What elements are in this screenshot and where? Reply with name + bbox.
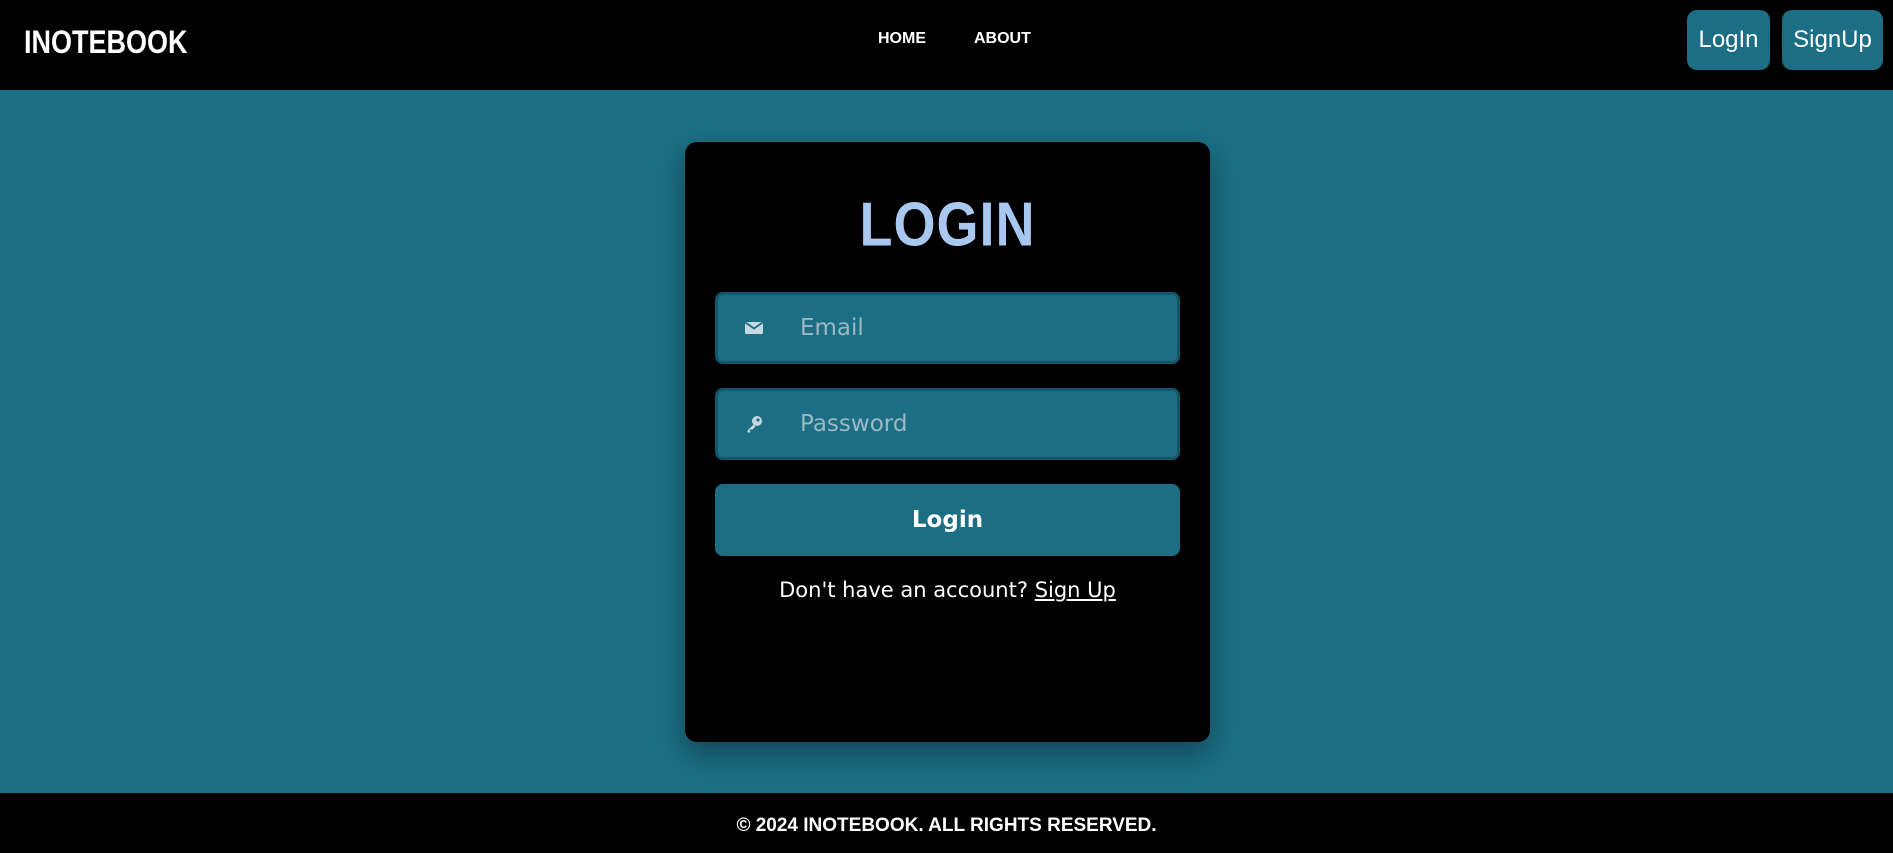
footer: © 2024 INOTEBOOK. ALL RIGHTS RESERVED. [0, 793, 1893, 853]
nav-links: HOME ABOUT [878, 30, 1031, 48]
login-card: LOGIN Login Don't have an account? Sign … [685, 142, 1210, 742]
signup-link[interactable]: Sign Up [1035, 578, 1116, 602]
email-field[interactable] [715, 292, 1180, 364]
signup-prompt-row: Don't have an account? Sign Up [685, 578, 1210, 602]
password-field[interactable] [715, 388, 1180, 460]
navbar: INOTEBOOK HOME ABOUT LogIn SignUp [0, 0, 1893, 90]
key-icon [743, 413, 765, 435]
nav-login-button[interactable]: LogIn [1687, 10, 1770, 70]
login-title: LOGIN [859, 190, 1036, 260]
password-input[interactable] [800, 391, 1170, 457]
brand-logo[interactable]: INOTEBOOK [24, 24, 188, 61]
email-input[interactable] [800, 295, 1170, 361]
nav-link-home[interactable]: HOME [878, 30, 926, 48]
nav-link-about[interactable]: ABOUT [974, 30, 1031, 48]
footer-copyright: © 2024 INOTEBOOK. ALL RIGHTS RESERVED. [736, 815, 1157, 836]
nav-signup-button[interactable]: SignUp [1782, 10, 1883, 70]
signup-prompt-text: Don't have an account? [779, 578, 1035, 602]
login-submit-button[interactable]: Login [715, 484, 1180, 556]
envelope-icon [743, 317, 765, 339]
